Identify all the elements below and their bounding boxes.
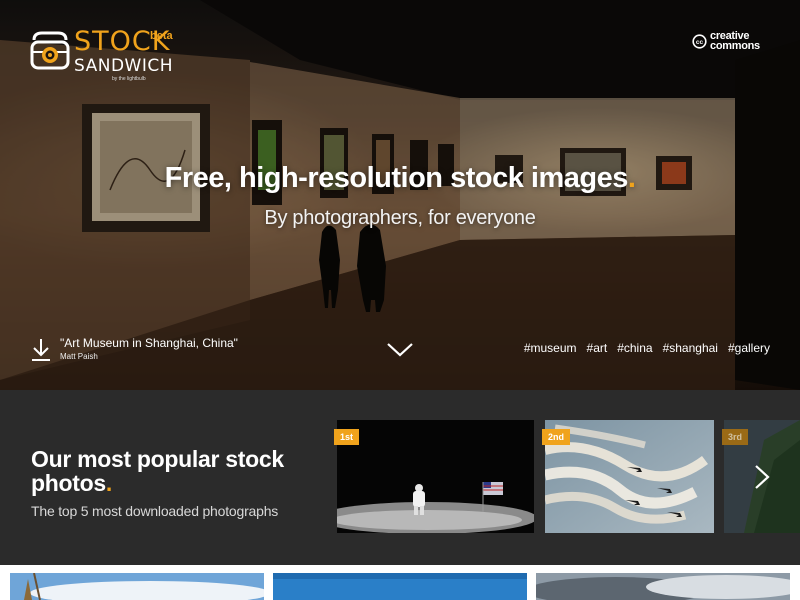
grid-photo-3[interactable] (536, 573, 790, 600)
grid-photo-2[interactable] (273, 573, 527, 600)
brand-name-bottom: SANDWICH (74, 56, 174, 76)
popular-heading-text: Our most popular stock photos (31, 446, 284, 496)
astronaut-photo (337, 420, 534, 533)
photo-tags: #museum #art #china #shanghai #gallery (524, 341, 770, 355)
popular-photos-section: Our most popular stock photos. The top 5… (0, 390, 800, 565)
photo-author[interactable]: Matt Paish (60, 352, 98, 361)
hero-subtitle: By photographers, for everyone (264, 207, 536, 229)
svg-text:cc: cc (696, 39, 704, 46)
tag-shanghai[interactable]: #shanghai (663, 341, 718, 355)
hero-title: Free, high-resolution stock images. (0, 162, 800, 195)
tag-china[interactable]: #china (617, 341, 652, 355)
popular-subheading: The top 5 most downloaded photographs (31, 503, 279, 519)
photo-grid-preview (0, 565, 800, 600)
photo-title: "Art Museum in Shanghai, China" (60, 336, 238, 350)
creative-commons-label: creative commons (710, 31, 760, 52)
rank-badge-2: 2nd (542, 429, 571, 445)
tag-art[interactable]: #art (587, 341, 608, 355)
grid-photo-3-image (536, 573, 790, 600)
site-logo[interactable]: STOCK SANDWICH beta by the lightbulb (30, 26, 180, 86)
grid-photo-1-image (10, 573, 264, 600)
hero-title-dot: . (627, 162, 636, 194)
popular-heading: Our most popular stock photos. (31, 447, 321, 495)
rank-badge-3: 3rd (722, 429, 749, 445)
grid-photo-1[interactable] (10, 573, 264, 600)
grid-photo-2-image (273, 573, 527, 600)
popular-photo-1[interactable] (337, 420, 534, 533)
jets-photo (545, 420, 714, 533)
chevron-right-icon[interactable] (750, 462, 774, 492)
chevron-down-icon[interactable] (385, 340, 415, 360)
hero-title-text: Free, high-resolution stock images (164, 162, 629, 194)
creative-commons-icon: cc (692, 34, 707, 49)
cc-line-2: commons (710, 40, 760, 52)
tag-gallery[interactable]: #gallery (728, 341, 770, 355)
beta-badge: beta (150, 30, 173, 42)
popular-photo-2[interactable] (545, 420, 714, 533)
camera-logo-icon (30, 31, 70, 70)
creative-commons-badge[interactable]: cc creative commons (692, 31, 768, 53)
download-icon[interactable] (30, 338, 52, 362)
hero-banner: STOCK SANDWICH beta by the lightbulb cc … (0, 0, 800, 390)
brand-by-line: by the lightbulb (112, 76, 146, 82)
popular-heading-dot: . (105, 470, 112, 496)
rank-badge-1: 1st (334, 429, 360, 445)
tag-museum[interactable]: #museum (524, 341, 577, 355)
